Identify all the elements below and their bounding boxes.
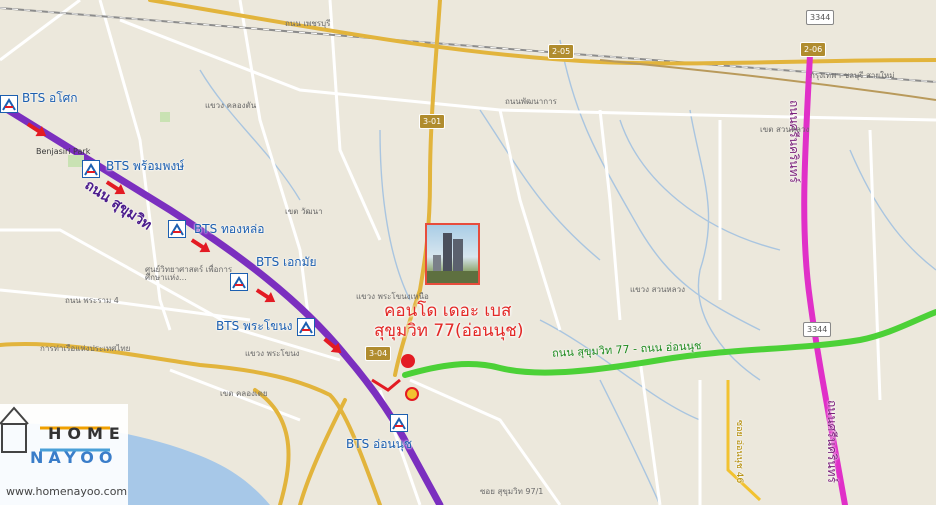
- logo-url: www.homenayoo.com: [6, 485, 128, 498]
- bts-station-icon[interactable]: [168, 220, 186, 238]
- highway-shield: 2-05: [548, 44, 575, 59]
- station-label-thong-lo: BTS ทองหล่อ: [194, 222, 265, 236]
- bts-station-icon[interactable]: [390, 414, 408, 432]
- highway-shield: 2-06: [800, 42, 827, 57]
- bts-station-icon[interactable]: [297, 318, 315, 336]
- road-label-soi-on-nut-46: ซอย อ่อนนุช 46: [734, 420, 744, 484]
- label-wattana: เขต วัฒนา: [285, 207, 323, 216]
- label-phatthanakan: ถนนพัฒนาการ: [505, 97, 557, 106]
- logo-text-home: HOME: [48, 424, 126, 443]
- highway-shield: 3344: [806, 10, 835, 25]
- label-phra-khanong: แขวง พระโขนง: [245, 349, 300, 358]
- condo-photo[interactable]: [425, 223, 480, 285]
- condo-name-line2: สุขุมวิท 77(อ่อนนุช): [374, 321, 524, 341]
- label-phra-khanong-nua: แขวง พระโขนงเหนือ: [356, 292, 429, 301]
- label-khlong-tan: แขวง คลองตัน: [205, 101, 257, 110]
- condo-name-line1: คอนโด เดอะ เบส: [384, 301, 512, 321]
- station-label-on-nut: BTS อ่อนนุช: [346, 437, 412, 451]
- label-khlong-toei: เขต คลองเตย: [220, 389, 268, 398]
- station-label-phra-khanong: BTS พระโขนง: [216, 319, 293, 333]
- label-benjasiri-park: Benjasiri Park: [36, 147, 91, 156]
- road-label-srinakarin-1: ถนนศรีนครินทร์: [787, 100, 801, 183]
- label-science-center: ศูนย์วิทยาศาสตร์ เพื่อการศึกษาแห่ง...: [145, 265, 233, 282]
- map-canvas[interactable]: BTS อโศก BTS พร้อมพงษ์ BTS ทองหล่อ BTS เ…: [0, 0, 936, 505]
- label-sukhumvit-97-1: ซอย สุขุมวิท 97/1: [480, 487, 544, 496]
- highway-shield: 3-04: [365, 346, 392, 361]
- station-label-phrom-phong: BTS พร้อมพงษ์: [106, 159, 185, 173]
- condo-location-marker: [401, 354, 415, 368]
- label-phetchaburi: ถนน เพชรบุรี: [285, 19, 331, 28]
- road-label-srinakarin-2: ถนนศรีนครินทร์: [825, 400, 839, 483]
- bts-station-icon[interactable]: [0, 95, 18, 113]
- bts-station-icon[interactable]: [82, 160, 100, 178]
- label-motorway: กรุงเทพฯ-ชลบุรี สายใหม่: [810, 71, 895, 80]
- station-label-ekkamai: BTS เอกมัย: [256, 255, 317, 269]
- label-suan-luang: แขวง สวนหลวง: [630, 285, 685, 294]
- highway-shield: 3344: [803, 322, 832, 337]
- label-khet-suan-luang: เขต สวนหลวง: [760, 125, 810, 134]
- label-port: การท่าเรือแห่งประเทศไทย: [40, 344, 131, 353]
- homenayoo-logo: HOME NAYOO www.homenayoo.com: [0, 404, 128, 505]
- highway-shield: 3-01: [419, 114, 446, 129]
- station-label-asok: BTS อโศก: [22, 91, 78, 105]
- logo-text-nayoo: NAYOO: [30, 448, 118, 467]
- label-rama4: ถนน พระราม 4: [65, 296, 119, 305]
